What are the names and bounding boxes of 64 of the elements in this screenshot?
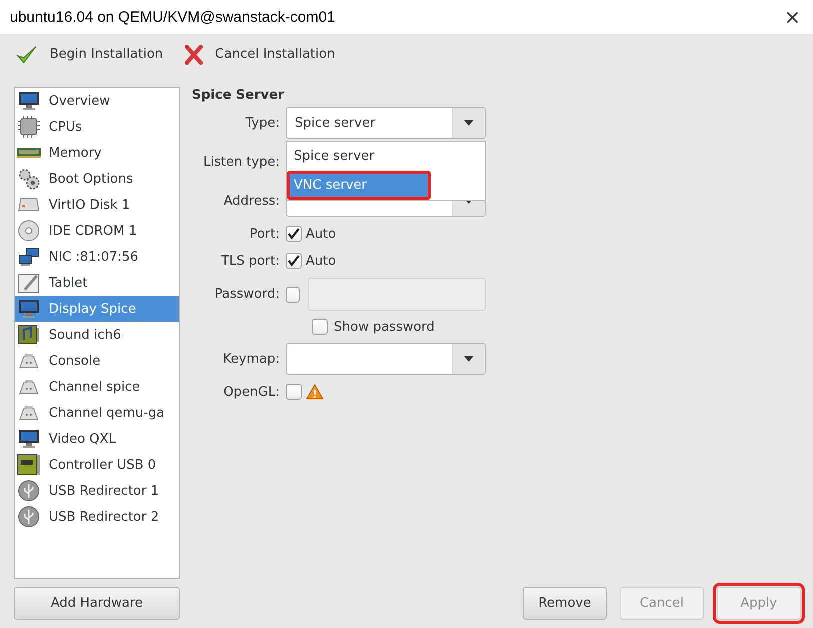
sidebar-item[interactable]: Boot Options xyxy=(15,166,179,192)
field-label: Type: xyxy=(244,114,280,132)
serial-cable-icon xyxy=(17,378,41,396)
field-label: Keymap: xyxy=(222,350,280,368)
usb-icon xyxy=(18,480,40,502)
sidebar-item[interactable]: Video QXL xyxy=(15,426,179,452)
sidebar-item[interactable]: VirtIO Disk 1 xyxy=(15,192,179,218)
tablet-pen-icon xyxy=(18,272,40,294)
section-title: Spice Server xyxy=(192,88,286,103)
field-label: OpenGL: xyxy=(222,384,280,402)
field-label: TLS port: xyxy=(220,252,280,270)
dropdown-option[interactable]: Spice server xyxy=(287,142,485,171)
checkbox-label: Show password xyxy=(334,320,435,334)
type-dropdown[interactable]: Spice server xyxy=(286,107,486,139)
memory-icon xyxy=(17,147,41,159)
disk-drive-icon xyxy=(18,197,40,213)
controller-card-icon xyxy=(17,454,41,476)
checkbox-label: Auto xyxy=(306,226,336,242)
checkbox[interactable] xyxy=(312,319,328,335)
field-label: Port: xyxy=(248,226,280,244)
checkbox[interactable] xyxy=(286,253,302,269)
dropdown-arrow-icon xyxy=(464,356,474,362)
sidebar-item[interactable]: USB Redirector 2 xyxy=(15,504,179,530)
checkbox[interactable] xyxy=(286,226,302,242)
field-label: Listen type: xyxy=(202,154,280,172)
monitor-icon xyxy=(18,429,40,449)
cancel-installation-button[interactable]: Cancel Installation xyxy=(181,42,340,66)
sidebar-item[interactable]: Memory xyxy=(15,140,179,166)
sidebar-item[interactable]: CPUs xyxy=(15,114,179,140)
dropdown-arrow-icon xyxy=(464,120,474,126)
checkbox[interactable] xyxy=(286,384,302,400)
sidebar-item[interactable]: Overview xyxy=(15,88,179,114)
field-label: Address: xyxy=(222,192,280,210)
network-icon xyxy=(18,247,40,267)
add-hardware-button[interactable]: Add Hardware xyxy=(14,587,180,620)
disc-icon xyxy=(18,220,40,242)
checkbox-label: Auto xyxy=(306,254,336,268)
chip-icon xyxy=(18,116,40,138)
sidebar-item[interactable]: Console xyxy=(15,348,179,374)
sidebar-item[interactable]: IDE CDROM 1 xyxy=(15,218,179,244)
begin-installation-button[interactable]: Begin Installation xyxy=(12,42,168,66)
sound-card-icon xyxy=(18,324,40,346)
cross-icon xyxy=(185,44,204,64)
keymap-dropdown[interactable] xyxy=(286,343,486,375)
sidebar-item[interactable]: Channel qemu-ga xyxy=(15,400,179,426)
gears-icon xyxy=(18,168,40,190)
sidebar-item[interactable]: Tablet xyxy=(15,270,179,296)
sidebar-item[interactable]: Controller USB 0 xyxy=(15,452,179,478)
monitor-icon xyxy=(18,91,40,111)
close-button[interactable]: × xyxy=(780,5,805,29)
dropdown-arrow-icon xyxy=(464,198,474,204)
usb-icon xyxy=(18,506,40,528)
remove-button[interactable]: Remove xyxy=(523,587,607,620)
field-label: Password: xyxy=(214,286,280,304)
checkmark-icon xyxy=(16,44,38,64)
sidebar-item[interactable]: NIC :81:07:56 xyxy=(15,244,179,270)
sidebar-item[interactable]: Channel spice xyxy=(15,374,179,400)
sidebar-item[interactable]: Sound ich6 xyxy=(15,322,179,348)
window-title: ubuntu16.04 on QEMU/KVM@swanstack-com01 xyxy=(10,8,336,26)
serial-cable-icon xyxy=(17,352,41,370)
serial-cable-icon xyxy=(17,404,41,422)
monitor-icon xyxy=(18,299,40,319)
checkbox[interactable] xyxy=(286,286,300,302)
sidebar-item[interactable]: USB Redirector 1 xyxy=(15,478,179,504)
